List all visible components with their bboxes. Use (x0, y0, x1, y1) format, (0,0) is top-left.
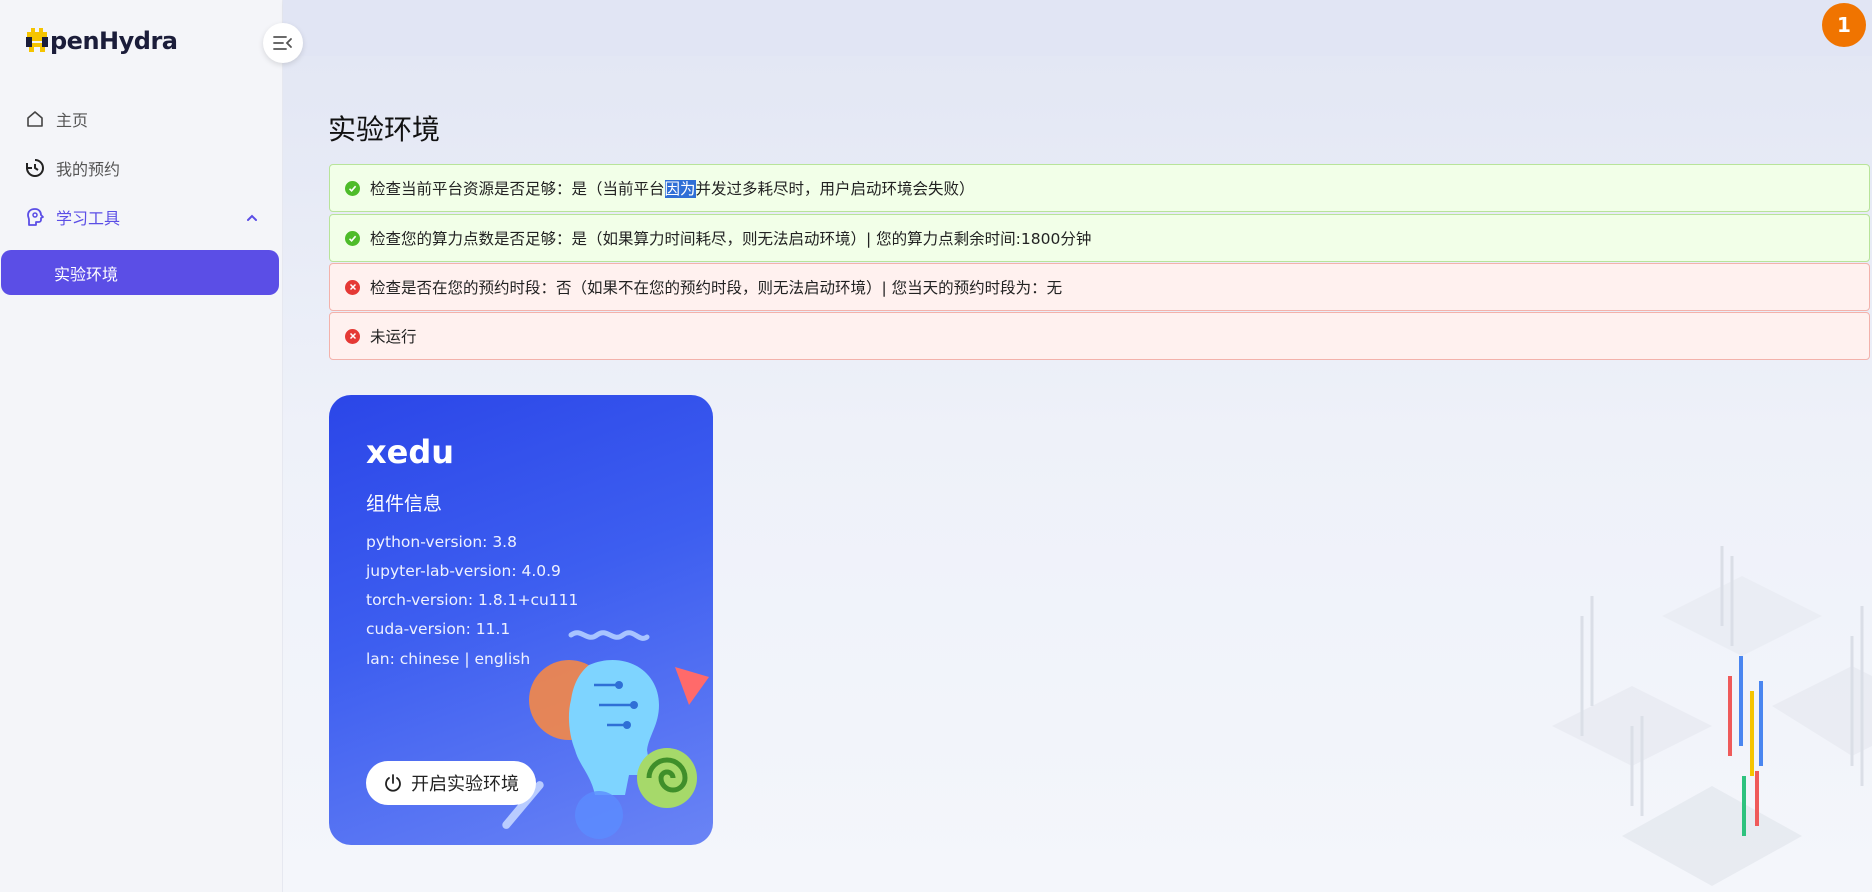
notification-count: 1 (1837, 13, 1851, 37)
spec-python-version: python-version: 3.8 (366, 533, 517, 551)
notification-badge[interactable]: 1 (1822, 3, 1866, 47)
decorative-background-graphic (1552, 546, 1872, 886)
alert-text: 检查当前平台资源是否足够：是（当前平台因为并发过多耗尽时，用户启动环境会失败） (370, 177, 975, 199)
page-title: 实验环境 (328, 113, 441, 146)
alert-text: 检查您的算力点数是否足够：是（如果算力时间耗尽，则无法启动环境）| 您的算力点剩… (370, 230, 1092, 248)
error-x-icon (345, 328, 360, 344)
sidebar-item-lab-environment[interactable]: 实验环境 (1, 250, 279, 295)
history-icon (24, 157, 46, 179)
sidebar-item-reservations[interactable]: 我的预约 (24, 153, 120, 183)
start-environment-button[interactable]: 开启实验环境 (366, 761, 536, 805)
spec-jupyter-lab-version: jupyter-lab-version: 4.0.9 (366, 562, 561, 580)
selected-text-highlight: 因为 (664, 180, 696, 198)
sidebar-subitem-label: 实验环境 (54, 264, 119, 284)
spec-cuda-version: cuda-version: 11.1 (366, 620, 511, 638)
start-environment-label: 开启实验环境 (411, 774, 519, 795)
sidebar-item-label: 我的预约 (56, 160, 121, 179)
openhydra-logo[interactable]: penHydra (26, 26, 178, 56)
collapse-sidebar-button[interactable] (263, 23, 303, 63)
alert-compute-points: 检查您的算力点数是否足够：是（如果算力时间耗尽，则无法启动环境）| 您的算力点剩… (329, 214, 1870, 262)
brain-icon (24, 206, 46, 228)
sidebar-item-label: 学习工具 (56, 209, 121, 228)
menu-collapse-icon (273, 36, 292, 50)
success-check-icon (345, 230, 360, 246)
alert-reservation-period: 检查是否在您的预约时段：否（如果不在您的预约时段，则无法启动环境）| 您当天的预… (329, 263, 1870, 311)
alert-text-part: 检查当前平台资源是否足够：是（当前平台 (370, 180, 665, 198)
alert-text: 未运行 (370, 328, 417, 346)
sidebar-item-label: 主页 (56, 111, 89, 130)
hydra-logo-icon (26, 28, 48, 52)
alert-text: 检查是否在您的预约时段：否（如果不在您的预约时段，则无法启动环境）| 您当天的预… (370, 279, 1063, 297)
logo-text: penHydra (50, 27, 178, 55)
error-x-icon (345, 279, 360, 295)
ai-head-illustration (502, 630, 709, 839)
spec-torch-version: torch-version: 1.8.1+cu111 (366, 591, 579, 609)
alert-run-status: 未运行 (329, 312, 1870, 360)
component-info-heading: 组件信息 (366, 493, 443, 515)
sidebar: penHydra 主页 我的预约 学习工具 实验环境 (0, 0, 283, 892)
success-check-icon (345, 180, 360, 196)
top-bar: 1 (283, 0, 1872, 56)
sidebar-item-home[interactable]: 主页 (24, 104, 88, 134)
environment-card: xedu 组件信息 python-version: 3.8 jupyter-la… (329, 395, 713, 845)
chevron-up-icon[interactable] (244, 210, 260, 226)
power-icon (383, 773, 403, 793)
home-icon (24, 108, 46, 130)
sidebar-item-learning-tools[interactable]: 学习工具 (24, 202, 120, 232)
alert-platform-resources: 检查当前平台资源是否足够：是（当前平台因为并发过多耗尽时，用户启动环境会失败） (329, 164, 1870, 212)
environment-name: xedu (366, 433, 455, 471)
alert-text-part: 并发过多耗尽时，用户启动环境会失败） (695, 180, 975, 198)
